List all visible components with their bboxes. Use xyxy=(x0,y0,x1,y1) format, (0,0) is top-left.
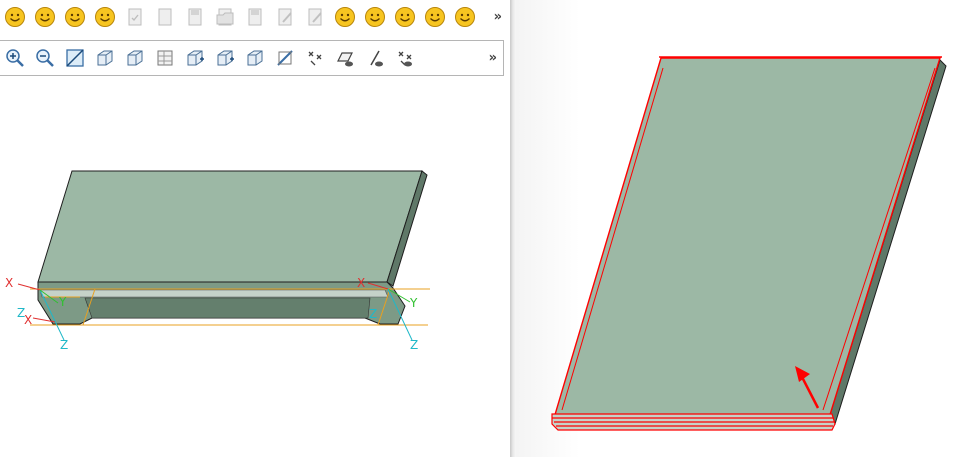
axis-label-z: Z xyxy=(369,307,377,321)
axis-label-x: X xyxy=(5,276,13,290)
right-panel xyxy=(516,0,972,457)
model-top-face xyxy=(553,57,941,419)
axis-label-z: Z xyxy=(410,338,418,352)
right-3d-viewport[interactable] xyxy=(516,0,972,457)
model-front-recess xyxy=(84,297,371,319)
axis-label-y: Y xyxy=(58,295,67,309)
axis-label-y: Y xyxy=(409,296,418,310)
left-panel: » » X Y Z X Z X Y Z Z xyxy=(0,0,510,457)
axis-x-line-left xyxy=(17,283,41,291)
axis-label-x: X xyxy=(357,276,365,290)
left-3d-viewport[interactable]: X Y Z X Z X Y Z Z xyxy=(0,0,510,457)
model-top-face xyxy=(37,170,423,283)
axis-label-z: Z xyxy=(60,338,68,352)
axis-label-x: X xyxy=(24,313,32,327)
